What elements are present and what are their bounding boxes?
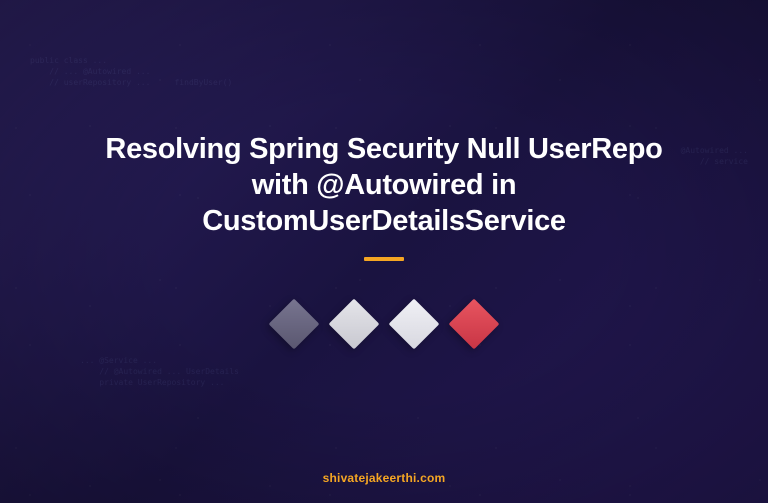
bg-code-snippet-1: public class ... // ... @Autowired ... /…	[30, 55, 232, 89]
bg-code-snippet-3: @Autowired ... // service	[681, 145, 748, 167]
diamond-icon-1	[269, 299, 320, 350]
main-content: Resolving Spring Security Null UserRepo …	[104, 131, 664, 343]
diamond-icon-3	[389, 299, 440, 350]
page-title: Resolving Spring Security Null UserRepo …	[104, 131, 664, 240]
bg-code-snippet-2: ... @Service ... // @Autowired ... UserD…	[80, 355, 239, 389]
footer-url: shivatejakeerthi.com	[0, 471, 768, 485]
title-underline	[364, 257, 404, 261]
diamond-row	[276, 306, 492, 342]
diamond-icon-2	[329, 299, 380, 350]
diamond-icon-4	[449, 299, 500, 350]
